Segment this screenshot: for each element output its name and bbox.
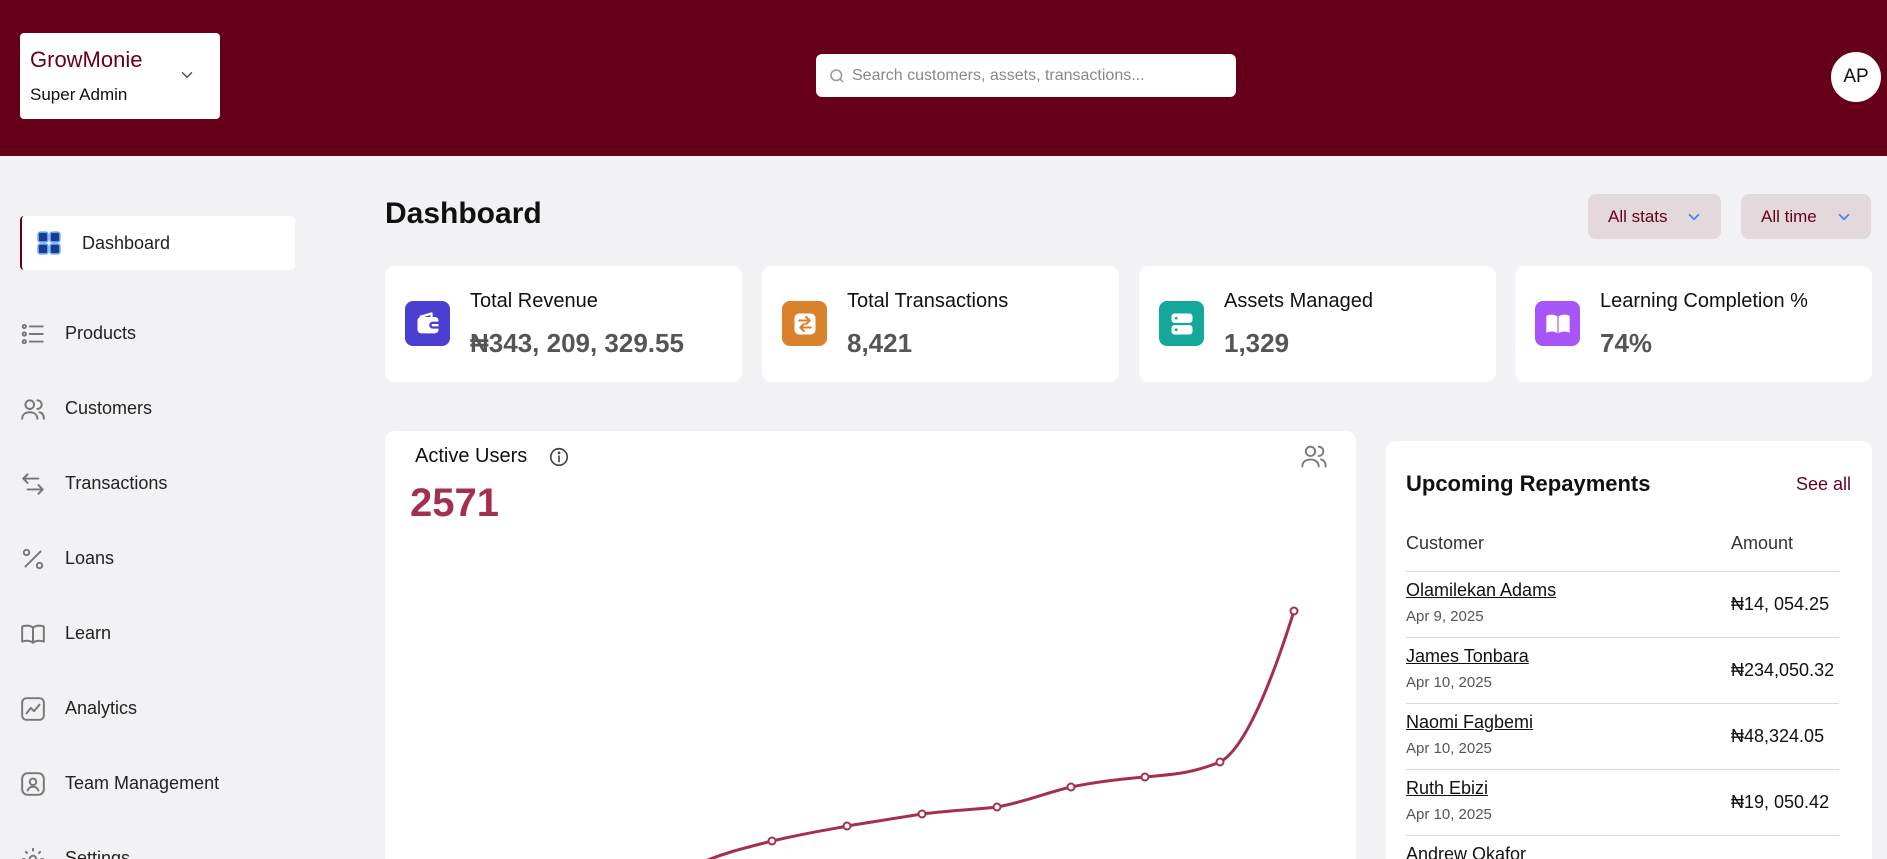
server-icon — [1159, 301, 1204, 346]
book-icon — [21, 624, 45, 644]
search-icon — [830, 69, 844, 83]
column-header-amount: Amount — [1731, 533, 1794, 553]
sidebar-item-label: Dashboard — [82, 232, 171, 253]
chart-icon — [21, 697, 45, 721]
sidebar-item-label: Products — [65, 322, 137, 343]
repayment-amount: ₦48,324.05 — [1731, 726, 1825, 746]
column-header-customer: Customer — [1406, 533, 1485, 553]
sidebar-item-customers[interactable]: Customers — [20, 381, 295, 435]
search-input[interactable] — [852, 54, 1226, 97]
repayment-date: Apr 10, 2025 — [1406, 740, 1492, 757]
users-icon — [1301, 445, 1327, 468]
arrows-icon — [22, 473, 44, 495]
stat-card-total-revenue: Total Revenue ₦343, 209, 329.55 — [385, 266, 742, 382]
sidebar-item-products[interactable]: Products — [20, 306, 295, 360]
sidebar-item-settings[interactable]: Settings — [20, 831, 295, 859]
stat-card-assets-managed: Assets Managed 1,329 — [1139, 266, 1496, 382]
avatar[interactable]: AP — [1831, 52, 1881, 102]
repayment-amount: ₦14, 054.25 — [1731, 594, 1830, 614]
sidebar-item-analytics[interactable]: Analytics — [20, 681, 295, 735]
top-header: GrowMonie Super Admin AP — [0, 0, 1887, 156]
open-book-icon — [1535, 301, 1580, 346]
grid-icon — [37, 231, 61, 255]
search-bar[interactable] — [816, 54, 1236, 97]
stat-label: Assets Managed — [1224, 290, 1373, 312]
chevron-down-icon — [1688, 213, 1700, 221]
sidebar-item-label: Analytics — [65, 697, 138, 718]
repayment-date: Apr 10, 2025 — [1406, 806, 1492, 823]
percent-icon — [22, 548, 44, 570]
stat-label: Total Revenue — [470, 290, 598, 312]
active-users-line-chart — [706, 606, 1299, 859]
active-users-line — [706, 609, 1296, 859]
divider — [1406, 703, 1839, 704]
stats-filter-dropdown[interactable]: All stats — [1588, 194, 1721, 239]
user-role: Super Admin — [30, 85, 128, 104]
data-point — [1215, 757, 1225, 767]
data-point — [917, 809, 927, 819]
data-point — [842, 821, 852, 831]
repayment-date: Apr 9, 2025 — [1406, 608, 1484, 625]
chevron-down-icon — [181, 72, 193, 78]
repayment-amount: ₦19, 050.42 — [1731, 792, 1830, 812]
repayments-title: Upcoming Repayments — [1406, 471, 1651, 496]
stat-card-total-transactions: Total Transactions 8,421 — [762, 266, 1119, 382]
data-point — [1140, 772, 1150, 782]
stat-label: Learning Completion % — [1600, 290, 1808, 312]
customer-name-link[interactable]: Ruth Ebizi — [1406, 778, 1488, 799]
repayment-amount: ₦234,050.32 — [1731, 660, 1835, 680]
customer-name-link[interactable]: Olamilekan Adams — [1406, 580, 1556, 601]
sidebar-item-loans[interactable]: Loans — [20, 531, 295, 585]
customer-name-link[interactable]: James Tonbara — [1406, 646, 1529, 667]
sidebar-item-label: Team Management — [65, 772, 220, 793]
wallet-icon — [405, 301, 450, 346]
page-title: Dashboard — [385, 197, 542, 230]
sidebar-item-dashboard[interactable]: Dashboard — [20, 216, 295, 270]
customer-name-link[interactable]: Andrew Okafor — [1406, 844, 1526, 859]
sidebar-item-team-management[interactable]: Team Management — [20, 756, 295, 810]
divider — [1406, 637, 1839, 638]
data-point — [992, 802, 1002, 812]
chevron-down-icon — [1838, 213, 1850, 221]
time-filter-label: All time — [1761, 206, 1817, 226]
stat-value: 8,421 — [847, 328, 913, 358]
sidebar-item-learn[interactable]: Learn — [20, 606, 295, 660]
repayment-date: Apr 10, 2025 — [1406, 674, 1492, 691]
brand-name: GrowMonie — [30, 47, 143, 72]
active-users-card: Active Users 2571 — [385, 431, 1356, 859]
stat-value: 74% — [1600, 328, 1653, 358]
person-badge-icon — [21, 772, 45, 796]
data-point — [767, 836, 777, 846]
workspace-switcher[interactable]: GrowMonie Super Admin — [20, 33, 220, 119]
gear-icon — [22, 848, 44, 859]
sidebar-item-label: Loans — [65, 547, 115, 568]
divider — [1406, 835, 1839, 836]
transfer-icon — [782, 301, 827, 346]
customer-name-link[interactable]: Naomi Fagbemi — [1406, 712, 1533, 733]
data-point — [1289, 606, 1299, 616]
divider — [1406, 571, 1839, 572]
info-icon[interactable] — [548, 446, 570, 468]
stats-filter-label: All stats — [1608, 206, 1668, 226]
sidebar-item-label: Learn — [65, 622, 112, 643]
see-all-link[interactable]: See all — [1796, 474, 1851, 495]
divider — [1406, 769, 1839, 770]
stat-value: ₦343, 209, 329.55 — [470, 328, 684, 358]
sidebar-item-label: Customers — [65, 397, 153, 418]
stat-label: Total Transactions — [847, 290, 1009, 312]
sidebar-item-label: Transactions — [65, 472, 168, 493]
active-users-count: 2571 — [410, 481, 499, 525]
upcoming-repayments-card: Upcoming Repayments See all Customer Amo… — [1386, 441, 1872, 859]
time-filter-dropdown[interactable]: All time — [1741, 194, 1871, 239]
chart-title: Active Users — [415, 445, 528, 467]
list-icon — [21, 323, 44, 345]
stat-card-learning-completion: Learning Completion % 74% — [1515, 266, 1872, 382]
sidebar-item-transactions[interactable]: Transactions — [20, 456, 295, 510]
sidebar-item-label: Settings — [65, 847, 131, 859]
users-icon — [21, 399, 45, 420]
data-point — [1066, 782, 1076, 792]
stat-value: 1,329 — [1224, 328, 1290, 358]
